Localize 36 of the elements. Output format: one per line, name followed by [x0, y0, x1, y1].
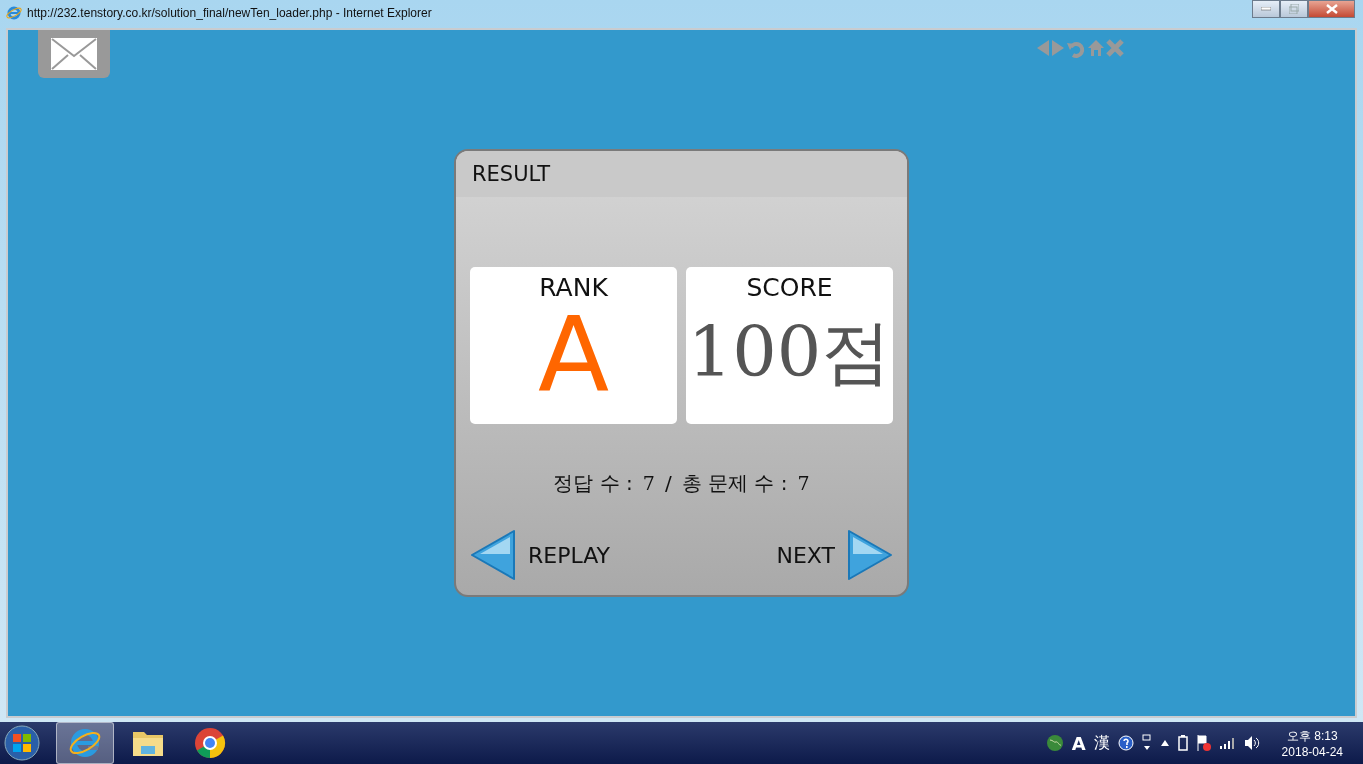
rank-value: A — [537, 302, 610, 406]
rank-label: RANK — [539, 273, 608, 302]
speaker-icon[interactable] — [1243, 735, 1260, 751]
battery-icon[interactable] — [1177, 735, 1188, 751]
panel-title: RESULT — [456, 151, 907, 197]
mail-button[interactable] — [38, 30, 110, 78]
total-count-label: 총 문제 수 : — [681, 470, 788, 497]
clock-date[interactable]: 2018-04-24 — [1281, 744, 1343, 759]
globe-icon[interactable] — [1045, 734, 1064, 752]
score-value: 100점 — [687, 310, 892, 395]
total-count-value: 7 — [797, 472, 810, 494]
replay-button[interactable]: REPLAY — [470, 529, 610, 581]
caret-icon[interactable] — [1159, 739, 1170, 747]
minimize-button[interactable] — [1252, 0, 1280, 18]
correct-count-label: 정답 수 : — [553, 470, 633, 497]
close-icon — [1325, 4, 1338, 14]
correct-count-value: 7 — [642, 472, 655, 494]
minimize-icon — [1261, 7, 1271, 11]
close-button[interactable] — [1308, 0, 1355, 18]
separator-text: / — [664, 471, 672, 495]
browser-e-icon — [6, 5, 22, 21]
signal-icon[interactable] — [1219, 737, 1236, 749]
input-mode-text[interactable]: A — [1071, 732, 1086, 754]
left-triangle-icon — [470, 529, 516, 581]
clock-time[interactable]: 오후 8:13 — [1286, 727, 1338, 745]
hanja-mode-text[interactable]: 漢 — [1093, 732, 1110, 754]
window-title: http://232.tenstory.co.kr/solution_final/newTen_loader.php - Internet Explorer — [27, 6, 433, 20]
score-label: SCORE — [746, 273, 833, 302]
chrome-icon[interactable] — [194, 727, 226, 759]
browser-e-icon[interactable] — [68, 726, 102, 760]
next-button[interactable]: NEXT — [776, 529, 893, 581]
help-icon[interactable] — [1117, 735, 1134, 751]
right-triangle-icon — [847, 529, 893, 581]
flag-error-icon[interactable] — [1195, 734, 1212, 752]
restore-button[interactable] — [1280, 0, 1308, 18]
restore-icon — [1289, 4, 1299, 14]
